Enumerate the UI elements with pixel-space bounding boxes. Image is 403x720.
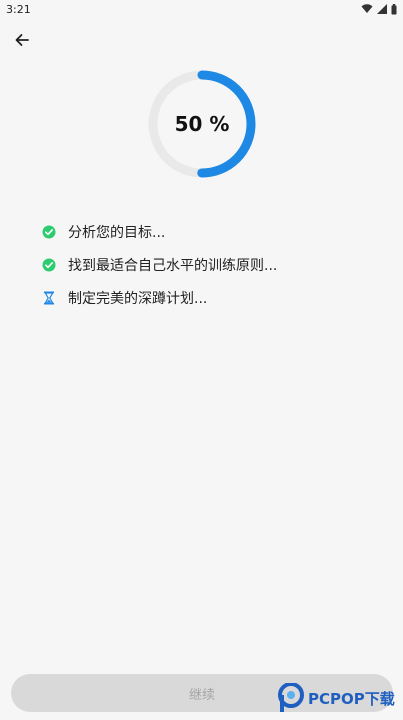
wifi-icon	[361, 4, 373, 13]
check-circle-icon	[42, 225, 56, 239]
status-icons	[361, 3, 397, 15]
step-item-find-principles: 找到最适合自己水平的训练原则...	[42, 248, 382, 281]
step-label: 找到最适合自己水平的训练原则...	[68, 257, 278, 274]
arrow-left-icon	[15, 34, 29, 46]
progress-percentage: 50 %	[174, 112, 230, 136]
step-list: 分析您的目标... 找到最适合自己水平的训练原则... 制定完美的深蹲计划...	[42, 215, 382, 314]
continue-button-label: 继续	[188, 687, 215, 703]
step-item-analyze: 分析您的目标...	[42, 215, 382, 248]
status-bar: 3:21	[0, 0, 403, 18]
pcpop-logo-icon	[278, 683, 304, 712]
hourglass-icon	[42, 291, 56, 305]
step-label: 制定完美的深蹲计划...	[68, 290, 208, 307]
battery-icon	[391, 3, 397, 14]
status-time: 3:21	[6, 2, 31, 16]
step-label: 分析您的目标...	[68, 224, 166, 241]
signal-icon	[377, 4, 387, 14]
watermark-brand: PCPOP下载	[308, 689, 395, 708]
progress-ring: 50 %	[146, 68, 258, 180]
back-button[interactable]	[10, 28, 34, 52]
watermark-logo: PCPOP下载	[278, 681, 400, 715]
check-circle-icon	[42, 258, 56, 272]
step-item-create-plan: 制定完美的深蹲计划...	[42, 281, 382, 314]
